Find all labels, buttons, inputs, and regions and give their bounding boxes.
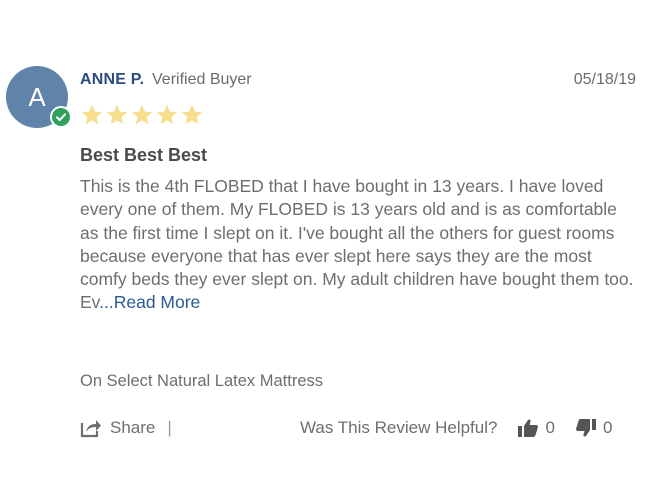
- thumbs-down-icon: [575, 419, 596, 437]
- product-name: On Select Natural Latex Mattress: [80, 372, 324, 390]
- review-body: This is the 4th FLOBED that I have bough…: [80, 175, 635, 315]
- share-label: Share: [110, 418, 156, 437]
- thumbs-up-button[interactable]: 0: [517, 418, 555, 438]
- thumbs-down-count: 0: [602, 418, 613, 437]
- helpful-votes: Was This Review Helpful? 0 0: [300, 418, 612, 438]
- helpful-label: Was This Review Helpful?: [300, 418, 498, 437]
- divider: |: [167, 418, 172, 437]
- star-rating: [80, 103, 204, 127]
- verified-buyer-label: Verified Buyer: [152, 71, 252, 88]
- read-more-link[interactable]: ...Read More: [99, 292, 200, 312]
- review-title: Best Best Best: [80, 145, 208, 165]
- star-icon: [106, 104, 128, 125]
- thumbs-up-count: 0: [545, 418, 555, 437]
- thumbs-up-icon: [518, 419, 539, 437]
- avatar-initial: A: [28, 82, 46, 112]
- review-card: A ANNE P. Verified Buyer 05/18/19 Best B…: [0, 0, 650, 500]
- star-icon: [81, 104, 103, 125]
- star-icon: [156, 104, 178, 125]
- check-icon: [56, 113, 66, 121]
- review-date: 05/18/19: [573, 71, 636, 88]
- share-icon: [80, 420, 101, 438]
- star-icon: [181, 104, 203, 125]
- share-button[interactable]: Share |: [80, 418, 172, 438]
- thumbs-down-button[interactable]: 0: [575, 418, 612, 438]
- verified-check-icon: [50, 106, 72, 128]
- reviewer-name: ANNE P.: [80, 71, 145, 88]
- star-icon: [131, 104, 153, 125]
